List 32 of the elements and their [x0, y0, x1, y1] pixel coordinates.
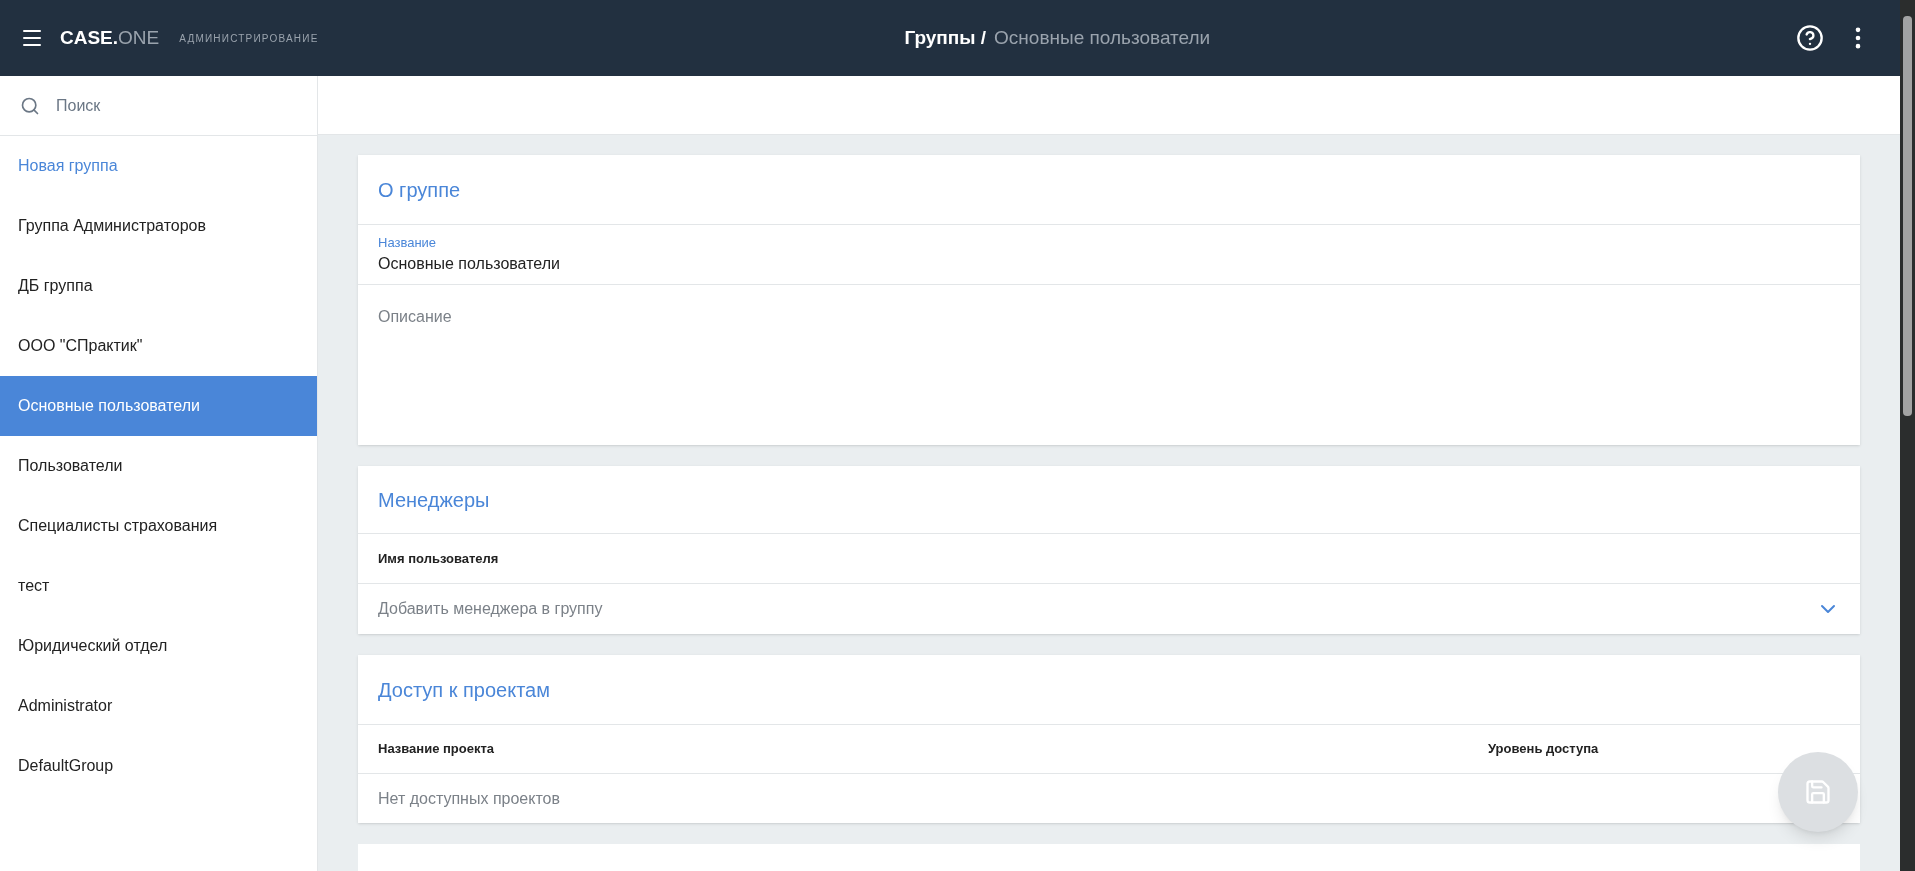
new-group-link[interactable]: Новая группа — [0, 136, 317, 196]
search-icon — [20, 95, 40, 116]
column-header: Имя пользователя — [378, 549, 499, 568]
scrollbar[interactable] — [1900, 0, 1915, 871]
column-header: Название проекта — [378, 740, 496, 759]
name-field[interactable]: Основные пользователи — [378, 252, 1840, 277]
sidebar-item[interactable]: ООО "СПрактик" — [0, 316, 317, 376]
sidebar-item[interactable]: Пользователи — [0, 436, 317, 496]
empty-message: Нет доступных проектов — [378, 788, 560, 809]
sidebar-item[interactable]: ДБ группа — [0, 256, 317, 316]
description-area[interactable]: Описание — [358, 285, 1860, 445]
add-manager-select[interactable]: Добавить менеджера в группу — [378, 597, 1816, 621]
card-title: Менеджеры — [378, 487, 490, 513]
search-field[interactable]: Поиск — [56, 93, 297, 118]
sidebar-item[interactable]: Administrator — [0, 676, 317, 736]
logo: CASE.ONE — [60, 25, 160, 50]
scrollbar-thumb[interactable] — [1903, 16, 1912, 416]
card-title: Доступ к проектам — [378, 677, 550, 703]
sidebar-item[interactable]: Основные пользователи — [0, 376, 317, 436]
sidebar-item[interactable]: DefaultGroup — [0, 736, 317, 796]
app-subtitle: АДМИНИСТРИРОВАНИЕ — [179, 31, 319, 46]
breadcrumb-parent[interactable]: Группы / — [904, 23, 987, 53]
help-icon[interactable] — [1796, 24, 1824, 52]
column-header: Уровень доступа — [1488, 740, 1599, 759]
field-label: Название — [378, 233, 438, 252]
sidebar-item[interactable]: Группа Администраторов — [0, 196, 317, 256]
save-icon — [1804, 778, 1832, 806]
breadcrumb-current: Основные пользователи — [994, 25, 1211, 50]
sidebar-item[interactable]: тест — [0, 556, 317, 616]
card-title: О группе — [378, 177, 461, 203]
sidebar-item[interactable]: Специалисты страхования — [0, 496, 317, 556]
sidebar-item[interactable]: Юридический отдел — [0, 616, 317, 676]
